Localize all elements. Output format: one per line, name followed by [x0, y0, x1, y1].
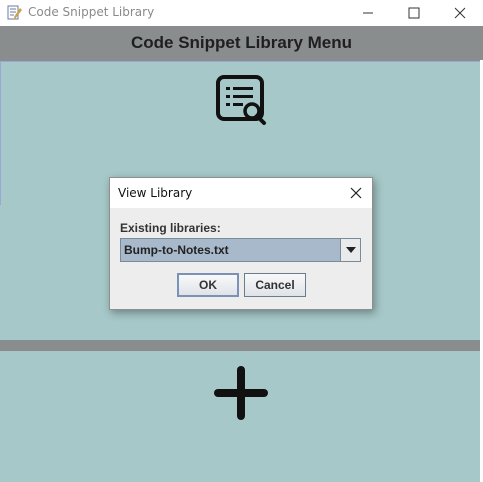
minimize-button[interactable] — [345, 0, 391, 26]
dialog-close-button[interactable] — [344, 181, 368, 205]
maximize-icon — [408, 7, 420, 19]
library-select-value: Bump-to-Notes.txt — [124, 243, 229, 257]
app-icon — [7, 5, 22, 20]
view-library-dialog: View Library Existing libraries: Bump-to… — [109, 177, 373, 310]
window-titlebar: Code Snippet Library — [0, 0, 483, 26]
library-select-arrow[interactable] — [340, 239, 360, 261]
close-icon — [454, 7, 466, 19]
search-list-icon — [216, 75, 266, 125]
close-window-button[interactable] — [437, 0, 483, 26]
cancel-button[interactable]: Cancel — [244, 273, 306, 297]
library-select[interactable]: Bump-to-Notes.txt — [120, 238, 361, 262]
dialog-title: View Library — [118, 186, 193, 200]
dialog-titlebar: View Library — [110, 178, 372, 208]
minimize-icon — [363, 12, 373, 14]
maximize-button[interactable] — [391, 0, 437, 26]
chevron-down-icon — [345, 247, 356, 253]
window-title: Code Snippet Library — [28, 5, 155, 19]
menu-header: Code Snippet Library Menu — [0, 26, 483, 60]
close-icon — [350, 187, 362, 199]
existing-libraries-label: Existing libraries: — [120, 221, 221, 235]
ok-button[interactable]: OK — [177, 273, 239, 297]
plus-icon — [214, 366, 268, 420]
